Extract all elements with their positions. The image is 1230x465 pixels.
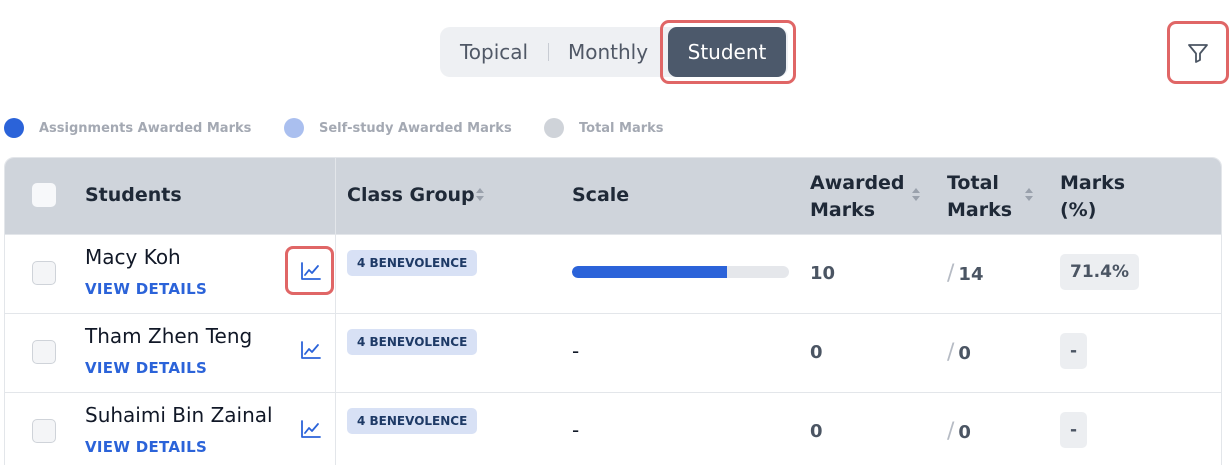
sort-class-group-icon[interactable] <box>475 187 485 203</box>
scale-progress-bar <box>572 266 789 278</box>
header-awarded-marks[interactable]: Awarded Marks <box>810 170 905 224</box>
marks-percent-badge: - <box>1060 333 1088 369</box>
header-total-marks[interactable]: Total Marks <box>947 170 1012 224</box>
total-marks: /0 <box>947 419 971 444</box>
toggle-topical[interactable]: Topical <box>440 27 548 77</box>
header-marks-percent: Marks (%) <box>1060 170 1125 224</box>
chart-icon-highlight <box>285 246 334 295</box>
student-name: Suhaimi Bin Zainal <box>85 403 273 427</box>
header-awarded-line2: Marks <box>810 199 876 221</box>
total-slash: / <box>947 419 955 444</box>
header-total-line1: Total <box>947 172 999 194</box>
marks-percent-badge: - <box>1060 412 1088 448</box>
row-checkbox[interactable] <box>32 419 56 443</box>
table-row: Tham Zhen Teng VIEW DETAILS 4 BENEVOLENC… <box>5 313 1221 392</box>
total-marks-value: 0 <box>958 422 971 443</box>
toggle-monthly[interactable]: Monthly <box>558 27 658 77</box>
awarded-marks: 10 <box>810 263 836 284</box>
legend-dot-icon <box>4 118 24 138</box>
view-details-link[interactable]: VIEW DETAILS <box>85 280 207 298</box>
table-row: Suhaimi Bin Zainal VIEW DETAILS 4 BENEVO… <box>5 392 1221 465</box>
row-checkbox[interactable] <box>32 340 56 364</box>
line-chart-icon[interactable] <box>301 420 321 438</box>
marks-percent-badge: 71.4% <box>1060 254 1139 290</box>
select-all-checkbox[interactable] <box>32 183 56 207</box>
awarded-marks: 0 <box>810 421 823 442</box>
line-chart-icon[interactable] <box>301 341 321 359</box>
legend-label: Self-study Awarded Marks <box>319 120 512 136</box>
class-group-badge: 4 BENEVOLENCE <box>347 329 478 355</box>
student-name: Tham Zhen Teng <box>85 324 253 348</box>
filter-icon <box>1188 44 1208 63</box>
header-class-group[interactable]: Class Group <box>347 182 475 209</box>
sort-total-icon[interactable] <box>1024 187 1034 203</box>
total-marks: /14 <box>947 261 983 286</box>
legend-item-self-study: Self-study Awarded Marks <box>284 117 512 139</box>
student-toggle-highlight <box>660 20 796 84</box>
header-awarded-line1: Awarded <box>810 172 905 194</box>
header-scale: Scale <box>572 184 630 206</box>
table-row: Macy Koh VIEW DETAILS 4 BENEVOLENCE 10 /… <box>5 234 1221 313</box>
class-group-badge: 4 BENEVOLENCE <box>347 250 478 276</box>
total-slash: / <box>947 261 955 286</box>
view-details-link[interactable]: VIEW DETAILS <box>85 438 207 456</box>
legend-dot-icon <box>284 118 304 138</box>
student-name: Macy Koh <box>85 245 181 269</box>
view-details-link[interactable]: VIEW DETAILS <box>85 359 207 377</box>
class-group-badge: 4 BENEVOLENCE <box>347 408 478 434</box>
legend-dot-icon <box>544 118 564 138</box>
total-marks-value: 14 <box>958 264 984 285</box>
total-marks-value: 0 <box>958 343 971 364</box>
header-class-group-label: Class Group <box>347 184 475 206</box>
legend-item-total: Total Marks <box>544 117 664 139</box>
students-table: Students Class Group Scale Awarded Marks… <box>4 157 1222 465</box>
awarded-marks: 0 <box>810 342 823 363</box>
scale-empty: - <box>572 418 580 442</box>
table-header: Students Class Group Scale Awarded Marks… <box>5 158 1221 234</box>
header-students: Students <box>85 184 182 206</box>
filter-button[interactable] <box>1167 21 1229 84</box>
header-total-line2: Marks <box>947 199 1013 221</box>
sort-awarded-icon[interactable] <box>911 187 921 203</box>
total-marks: /0 <box>947 340 971 365</box>
header-marks-line1: Marks <box>1060 172 1126 194</box>
legend-item-assignments: Assignments Awarded Marks <box>4 117 251 139</box>
row-checkbox[interactable] <box>32 261 56 285</box>
legend-label: Total Marks <box>579 120 664 136</box>
total-slash: / <box>947 340 955 365</box>
scale-empty: - <box>572 339 580 363</box>
toggle-separator <box>548 43 549 61</box>
header-marks-line2: (%) <box>1060 199 1097 221</box>
legend-label: Assignments Awarded Marks <box>39 120 252 136</box>
scale-progress-fill <box>572 266 727 278</box>
